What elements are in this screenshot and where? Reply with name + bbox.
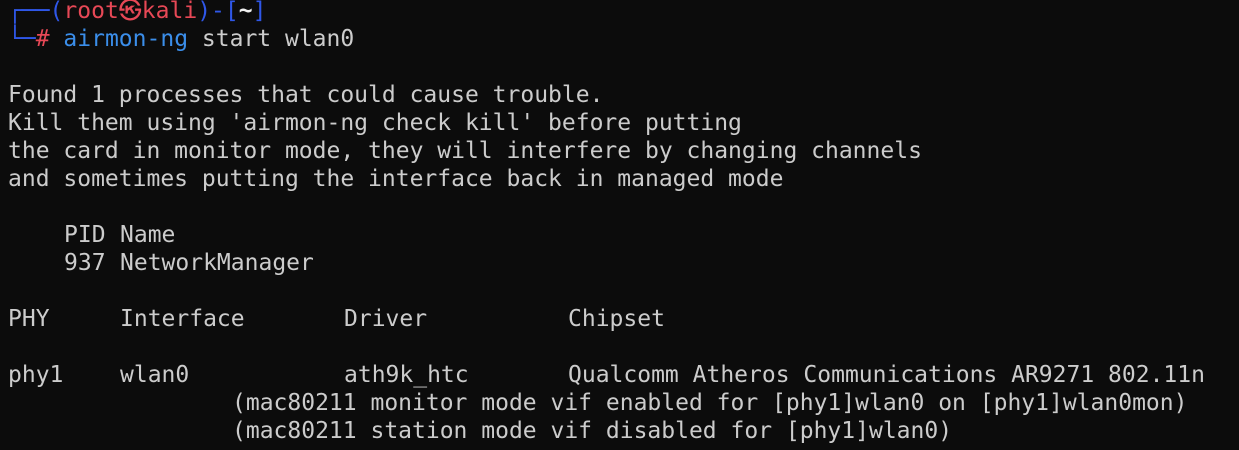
warning-line: and sometimes putting the interface back… (8, 166, 784, 192)
interface-note: (mac80211 station mode vif disabled for … (232, 418, 953, 444)
prompt-corner-top: ┌── (8, 0, 50, 24)
interface-chipset: Qualcomm Atheros Communications AR9271 8… (568, 362, 1205, 388)
interface-name: wlan0 (120, 362, 190, 388)
interface-table-row: phy1 wlan0 ath9k_htc Qualcomm Atheros Co… (8, 361, 1239, 389)
interface-header-interface: Interface (120, 306, 245, 332)
interface-header-driver: Driver (344, 306, 428, 332)
process-pid: 937 (64, 250, 106, 276)
prompt-host: kali (141, 0, 198, 24)
interface-header-phy: PHY (8, 306, 50, 332)
prompt-corner-bottom: └─ (8, 26, 36, 52)
command-name: airmon-ng (63, 26, 189, 52)
interface-note: (mac80211 monitor mode vif enabled for [… (232, 390, 1188, 416)
process-name: NetworkManager (120, 250, 314, 276)
warning-line: Found 1 processes that could cause troub… (8, 82, 604, 108)
interface-table-header: PHY Interface Driver Chipset (8, 305, 1239, 333)
prompt-dash: - (211, 0, 225, 24)
process-header-pid: PID (64, 222, 106, 248)
terminal-window[interactable]: ┌──(root㉿kali)-[~] └─# airmon-ng start w… (8, 0, 1239, 445)
prompt-open-paren: ( (49, 0, 64, 24)
process-table-header: PID Name (8, 221, 1239, 249)
prompt-at-icon: ㉿ (118, 0, 142, 24)
interface-header-chipset: Chipset (568, 306, 665, 332)
interface-note-row: (mac80211 monitor mode vif enabled for [… (8, 389, 1239, 417)
interface-note-row: (mac80211 station mode vif disabled for … (8, 417, 1239, 445)
command-line: └─# airmon-ng start wlan0 (8, 25, 1239, 53)
interface-phy: phy1 (8, 362, 64, 388)
warning-line: Kill them using 'airmon-ng check kill' b… (8, 110, 742, 136)
interface-driver: ath9k_htc (344, 362, 469, 388)
command-args: start wlan0 (201, 26, 355, 52)
prompt-hash: # (35, 26, 50, 52)
prompt-cwd: ~ (238, 0, 253, 24)
prompt-close-paren: ) (197, 0, 212, 24)
prompt-open-bracket: [ (224, 0, 239, 24)
prompt-user: root (63, 0, 119, 24)
prompt-close-bracket: ] (252, 0, 267, 24)
process-header-name: Name (120, 222, 176, 248)
warning-line: the card in monitor mode, they will inte… (8, 138, 922, 164)
prompt-header-line: ┌──(root㉿kali)-[~] (8, 0, 1239, 25)
process-table-row: 937 NetworkManager (8, 249, 1239, 277)
